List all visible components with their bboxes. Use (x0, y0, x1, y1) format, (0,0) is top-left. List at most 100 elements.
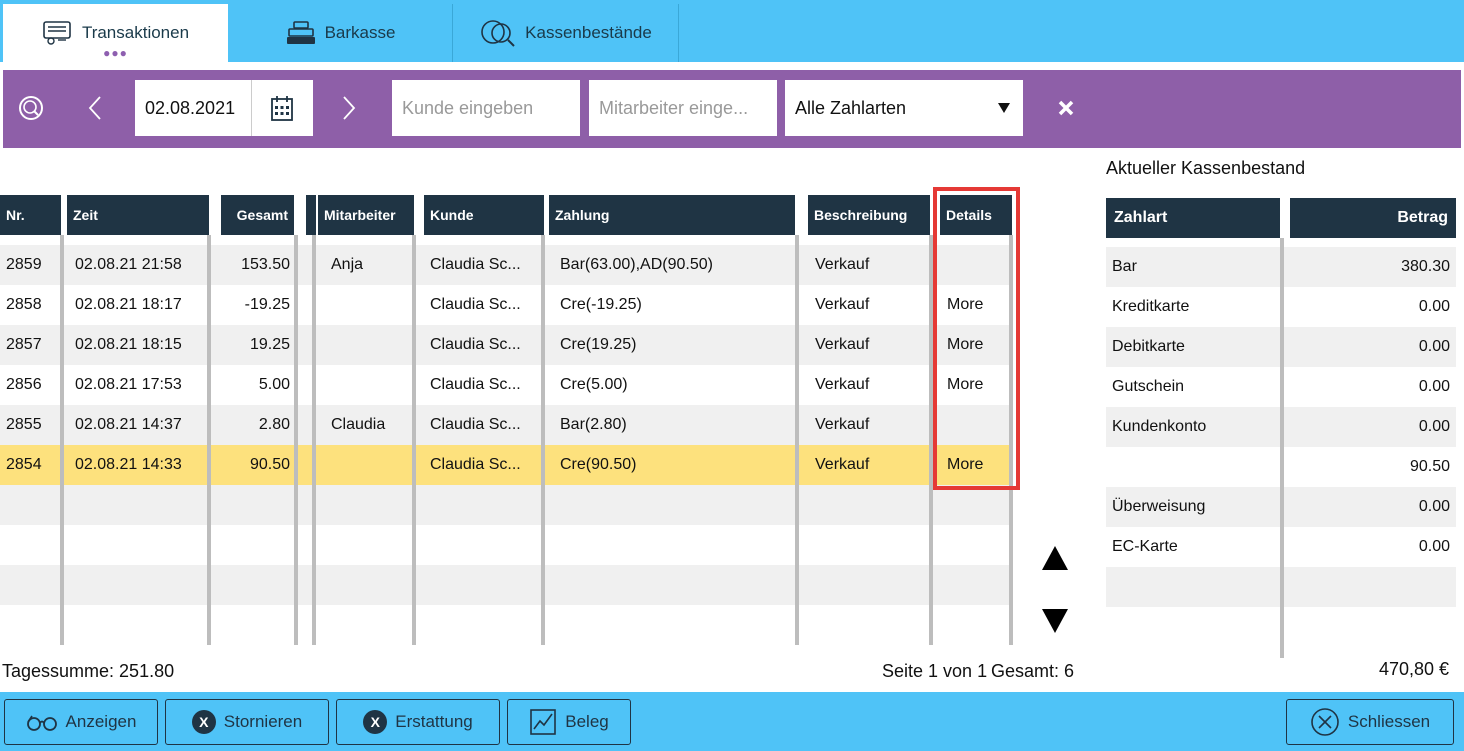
col-header-zahlung[interactable]: Zahlung (549, 195, 795, 235)
scroll-down-button[interactable] (1040, 606, 1070, 636)
table-cell-zahlung: Cre(90.50) (560, 456, 637, 473)
receipt-button[interactable]: Beleg (507, 699, 631, 745)
tab-barkasse[interactable]: Barkasse (228, 4, 453, 62)
table-cell-zahlung: Cre(19.25) (560, 336, 637, 353)
zahlart-cell: Debitkarte (1112, 338, 1185, 355)
table-cell-beschreibung: Verkauf (815, 456, 870, 473)
table-cell-zeit: 02.08.21 21:58 (75, 256, 182, 273)
close-button-label: Schliessen (1347, 712, 1431, 731)
table-cell-gesamt: 2.80 (258, 416, 290, 433)
total-count: Gesamt: 6 (991, 661, 1075, 681)
active-indicator-icon: ●●● (103, 46, 128, 60)
betrag-cell: 0.00 (1418, 298, 1450, 315)
col-header-mitarbeiter[interactable]: Mitarbeiter (318, 195, 414, 235)
column-divider (1280, 238, 1284, 658)
betrag-cell: 0.00 (1418, 538, 1450, 555)
zahlart-cell: Bar (1112, 258, 1137, 275)
betrag-cell: 380.30 (1401, 258, 1450, 275)
table-cell-kunde: Claudia Sc... (430, 256, 521, 273)
table-cell-mitarbeiter (331, 445, 411, 485)
show-button-label: Anzeigen (65, 712, 137, 731)
table-cell-beschreibung: Verkauf (815, 336, 870, 353)
table-cell-nr: 2858 (6, 296, 42, 313)
previous-date-button[interactable] (75, 80, 115, 136)
tab-kassenbestaende[interactable]: Kassenbestände (453, 4, 679, 62)
col-header-beschreibung[interactable]: Beschreibung (808, 195, 930, 235)
close-button[interactable]: Schliessen (1286, 699, 1454, 745)
search-icon (19, 96, 43, 120)
calendar-button[interactable] (251, 80, 311, 136)
table-row[interactable]: 2856 02.08.21 17:53 5.00 Claudia Sc... Cre(5… (0, 365, 1012, 405)
customer-input[interactable]: Kunde eingeben (392, 80, 580, 136)
customer-placeholder: Kunde eingeben (402, 97, 534, 118)
table-row[interactable] (0, 565, 1012, 605)
table-cell-zeit: 02.08.21 14:33 (75, 456, 182, 473)
table-row[interactable]: 2858 02.08.21 18:17 -19.25 Claudia Sc... Cre… (0, 285, 1012, 325)
table-cell-nr: 2856 (6, 376, 42, 393)
table-row[interactable] (0, 525, 1012, 565)
scroll-up-button[interactable] (1040, 543, 1070, 573)
table-row[interactable] (0, 485, 1012, 525)
table-cell-beschreibung: Verkauf (815, 296, 870, 313)
x-circle-icon: X (191, 710, 216, 734)
col-header-nr[interactable]: Nr. (0, 195, 61, 235)
col-header-zeit[interactable]: Zeit (67, 195, 209, 235)
table-row[interactable] (0, 605, 1012, 645)
col-header-gesamt[interactable]: Gesamt (221, 195, 294, 235)
page-indicator: Seite 1 von 1 (882, 661, 988, 681)
next-date-button[interactable] (329, 80, 369, 136)
table-row[interactable]: 2859 02.08.21 21:58 153.50 Anja Claudia Sc..… (0, 245, 1012, 285)
cancel-transaction-label: Stornieren (223, 712, 303, 731)
betrag-cell: 0.00 (1418, 498, 1450, 515)
betrag-cell: 0.00 (1418, 378, 1450, 395)
zahlart-cell: Kreditkarte (1112, 298, 1190, 315)
table-cell-mitarbeiter: Anja (331, 256, 364, 273)
details-highlight-box (933, 187, 1020, 490)
table-cell-zahlung: Cre(5.00) (560, 376, 628, 393)
betrag-cell: 0.00 (1418, 338, 1450, 355)
table-row[interactable]: 2857 02.08.21 18:15 19.25 Claudia Sc... Cre(… (0, 325, 1012, 365)
col-header-kunde[interactable]: Kunde (424, 195, 544, 235)
table-cell-nr: 2855 (6, 416, 42, 433)
table-cell-mitarbeiter (331, 325, 411, 365)
column-divider (541, 235, 545, 645)
cash-register-icon (285, 20, 319, 46)
betrag-cell: 0.00 (1418, 418, 1450, 435)
betrag-cell: 90.50 (1409, 458, 1450, 475)
table-cell-gesamt: 19.25 (249, 336, 290, 353)
table-row[interactable]: 2854 02.08.21 14:33 90.50 Claudia Sc... Cre(… (0, 445, 1012, 485)
x-circle-icon: X (363, 710, 388, 734)
table-cell-mitarbeiter (331, 365, 411, 405)
close-circle-icon (1311, 708, 1339, 736)
table-cell-kunde: Claudia Sc... (430, 416, 521, 433)
table-cell-zahlung: Bar(63.00),AD(90.50) (560, 256, 713, 273)
cancel-transaction-button[interactable]: X Stornieren (165, 699, 329, 745)
col-header-betrag[interactable]: Betrag (1290, 198, 1456, 238)
table-cell-gesamt: -19.25 (244, 296, 290, 313)
cash-total: 470,80 € (1379, 659, 1450, 679)
table-cell-zahlung: Cre(-19.25) (560, 296, 642, 313)
zahlart-cell (1112, 447, 1282, 487)
refund-button[interactable]: X Erstattung (336, 699, 500, 745)
table-cell-zeit: 02.08.21 17:53 (75, 376, 182, 393)
kassenbestand-title: Aktueller Kassenbestand (1106, 158, 1306, 178)
coins-search-icon (479, 18, 519, 48)
show-button[interactable]: Anzeigen (4, 699, 158, 745)
col-header-zahlart[interactable]: Zahlart (1106, 198, 1280, 238)
zahlart-cell: Überweisung (1112, 498, 1206, 515)
table-cell-kunde: Claudia Sc... (430, 296, 521, 313)
date-field[interactable]: 02.08.2021 (135, 80, 313, 136)
receipt-icon (42, 20, 76, 46)
tab-transaktionen[interactable]: Transaktionen ●●● (3, 4, 228, 62)
clear-filter-button[interactable] (1046, 80, 1086, 136)
column-divider (412, 235, 416, 645)
table-row[interactable]: 2855 02.08.21 14:37 2.80 Claudia Claudia Sc.… (0, 405, 1012, 445)
refund-button-label: Erstattung (395, 712, 473, 731)
table-cell-mitarbeiter: Claudia (331, 416, 386, 433)
col-header-blank[interactable] (306, 195, 316, 235)
glasses-icon (26, 715, 57, 731)
search-toggle-button[interactable] (11, 80, 51, 136)
table-cell-gesamt: 90.50 (249, 456, 290, 473)
employee-input[interactable]: Mitarbeiter einge... (589, 80, 777, 136)
payment-type-select[interactable]: Alle Zahlarten (785, 80, 1023, 136)
